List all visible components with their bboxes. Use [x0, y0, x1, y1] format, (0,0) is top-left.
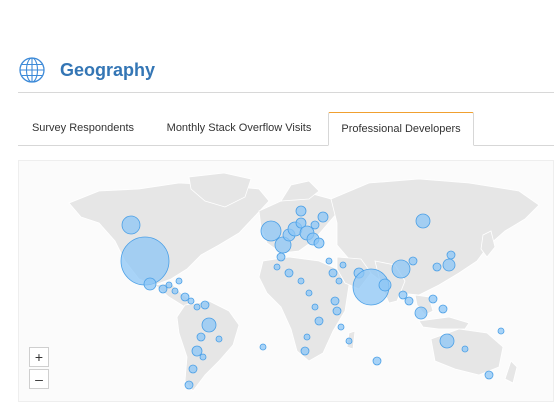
country-bubble[interactable]: [330, 296, 340, 306]
tab-professional-developers[interactable]: Professional Developers: [328, 112, 474, 146]
country-bubble[interactable]: [311, 303, 319, 311]
country-bubble[interactable]: [461, 345, 469, 353]
country-bubble[interactable]: [339, 261, 347, 269]
country-bubble[interactable]: [317, 211, 329, 223]
country-bubble[interactable]: [332, 306, 342, 316]
country-bubble[interactable]: [184, 380, 194, 390]
country-bubble[interactable]: [300, 346, 310, 356]
header-divider: [18, 92, 554, 93]
zoom-out-button[interactable]: –: [29, 369, 49, 389]
country-bubble[interactable]: [439, 333, 455, 349]
map-canvas: [68, 172, 540, 392]
country-bubble[interactable]: [297, 277, 305, 285]
country-bubble[interactable]: [276, 252, 286, 262]
country-bubble[interactable]: [446, 250, 456, 260]
new-zealand: [504, 360, 518, 384]
country-bubble[interactable]: [259, 343, 267, 351]
section-header: Geography: [18, 55, 538, 85]
country-bubble[interactable]: [121, 215, 141, 235]
country-bubble[interactable]: [295, 205, 307, 217]
globe-icon: [19, 57, 45, 83]
country-bubble[interactable]: [337, 323, 345, 331]
country-bubble[interactable]: [335, 277, 343, 285]
country-bubble[interactable]: [303, 333, 311, 341]
indonesia: [418, 316, 470, 330]
country-bubble[interactable]: [310, 220, 320, 230]
country-bubble[interactable]: [201, 317, 217, 333]
country-bubble[interactable]: [260, 220, 282, 242]
south-america: [176, 300, 240, 392]
country-bubble[interactable]: [432, 262, 442, 272]
country-bubble[interactable]: [175, 277, 183, 285]
country-bubble[interactable]: [404, 296, 414, 306]
country-bubble[interactable]: [199, 353, 207, 361]
country-bubble[interactable]: [325, 257, 333, 265]
country-bubble[interactable]: [484, 370, 494, 380]
country-bubble[interactable]: [215, 335, 223, 343]
country-bubble[interactable]: [378, 278, 392, 292]
country-bubble[interactable]: [120, 236, 170, 286]
country-bubble[interactable]: [193, 303, 201, 311]
country-bubble[interactable]: [345, 337, 353, 345]
country-bubble[interactable]: [180, 292, 190, 302]
country-bubble[interactable]: [391, 259, 411, 279]
country-bubble[interactable]: [408, 256, 418, 266]
country-bubble[interactable]: [158, 284, 168, 294]
country-bubble[interactable]: [305, 289, 313, 297]
country-bubble[interactable]: [442, 258, 456, 272]
country-bubble[interactable]: [328, 268, 338, 278]
country-bubble[interactable]: [143, 277, 157, 291]
country-bubble[interactable]: [200, 300, 210, 310]
country-bubble[interactable]: [428, 294, 438, 304]
country-bubble[interactable]: [196, 332, 206, 342]
tab-monthly-visits[interactable]: Monthly Stack Overflow Visits: [150, 112, 328, 145]
country-bubble[interactable]: [398, 290, 408, 300]
country-bubble[interactable]: [187, 297, 195, 305]
country-bubble[interactable]: [165, 281, 173, 289]
tab-bar: Survey Respondents Monthly Stack Overflo…: [18, 112, 554, 146]
tab-survey-respondents[interactable]: Survey Respondents: [18, 112, 148, 145]
country-bubble[interactable]: [414, 306, 428, 320]
country-bubble[interactable]: [284, 268, 294, 278]
section-title: Geography: [60, 59, 156, 80]
world-map[interactable]: + –: [18, 160, 554, 402]
country-bubble[interactable]: [191, 345, 203, 357]
country-bubble[interactable]: [314, 316, 324, 326]
country-bubble[interactable]: [372, 356, 382, 366]
country-bubble[interactable]: [273, 263, 281, 271]
country-bubble[interactable]: [188, 364, 198, 374]
country-bubble[interactable]: [171, 287, 179, 295]
country-bubble[interactable]: [415, 213, 431, 229]
country-bubble[interactable]: [438, 304, 448, 314]
zoom-in-button[interactable]: +: [29, 347, 49, 367]
country-bubble[interactable]: [313, 237, 325, 249]
country-bubble[interactable]: [497, 327, 505, 335]
